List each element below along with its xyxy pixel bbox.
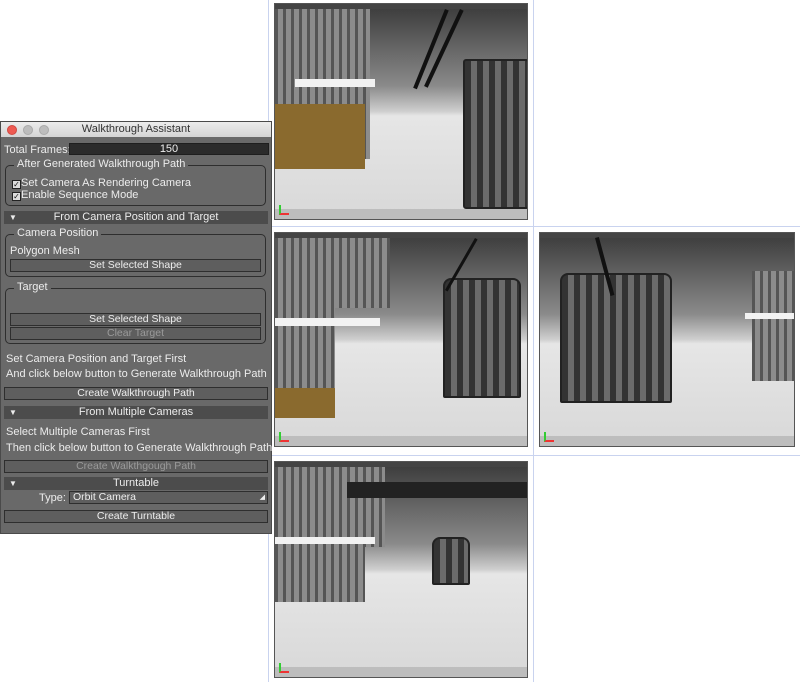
title-bar[interactable]: Walkthrough Assistant xyxy=(1,122,271,137)
section-multiple-cameras[interactable]: ▼ From Multiple Cameras xyxy=(4,406,268,419)
grid-line xyxy=(268,226,800,227)
close-button[interactable] xyxy=(7,125,17,135)
group-title: Target xyxy=(14,281,51,293)
camera-set-selected-shape-button[interactable]: Set Selected Shape xyxy=(10,259,261,272)
grid-line xyxy=(533,0,534,682)
set-camera-rendering-checkbox[interactable]: ✓Set Camera As Rendering Camera xyxy=(12,177,191,189)
clear-target-button[interactable]: Clear Target xyxy=(10,327,261,340)
camera-position-value: Polygon Mesh xyxy=(10,245,80,257)
type-select[interactable]: Orbit Camera ◢ xyxy=(69,491,268,504)
window-title: Walkthrough Assistant xyxy=(81,123,191,135)
group-title: After Generated Walkthrough Path xyxy=(14,158,189,170)
instruction-text: Then click below button to Generate Walk… xyxy=(6,442,273,454)
create-turntable-button[interactable]: Create Turntable xyxy=(4,510,268,523)
instruction-text: Select Multiple Cameras First xyxy=(6,426,150,438)
instruction-text: Set Camera Position and Target First xyxy=(6,353,187,365)
section-camera-position-target[interactable]: ▼ From Camera Position and Target xyxy=(4,211,268,224)
walkthrough-assistant-window: Walkthrough Assistant Total Frames: 150 … xyxy=(0,121,272,534)
checkbox-icon[interactable]: ✓ xyxy=(12,192,21,201)
target-group: Target Set Selected Shape Clear Target xyxy=(5,281,266,344)
triangle-down-icon[interactable]: ▼ xyxy=(9,477,17,490)
create-walkthrough-path-multi-button[interactable]: Create Walkthgough Path xyxy=(4,460,268,473)
camera-position-group: Camera Position Polygon Mesh Set Selecte… xyxy=(5,227,266,277)
instruction-text: And click below button to Generate Walkt… xyxy=(6,368,267,380)
type-label: Type: xyxy=(39,492,66,504)
checkbox-icon[interactable]: ✓ xyxy=(12,180,21,189)
zoom-button[interactable] xyxy=(39,125,49,135)
viewport-render-1[interactable] xyxy=(274,3,528,220)
create-walkthrough-path-button[interactable]: Create Walkthrough Path xyxy=(4,387,268,400)
dropdown-corner-icon: ◢ xyxy=(259,494,265,501)
triangle-down-icon[interactable]: ▼ xyxy=(9,406,17,419)
group-title: Camera Position xyxy=(14,227,102,239)
viewport-render-4[interactable] xyxy=(274,461,528,678)
triangle-down-icon[interactable]: ▼ xyxy=(9,211,17,224)
grid-line xyxy=(268,455,800,456)
total-frames-input[interactable]: 150 xyxy=(69,143,269,155)
minimize-button[interactable] xyxy=(23,125,33,135)
after-generated-group: After Generated Walkthrough Path ✓Set Ca… xyxy=(5,158,266,206)
viewport-render-2[interactable] xyxy=(274,232,528,447)
section-turntable[interactable]: ▼ Turntable xyxy=(4,477,268,490)
total-frames-label: Total Frames: xyxy=(4,144,71,156)
enable-sequence-mode-checkbox[interactable]: ✓Enable Sequence Mode xyxy=(12,189,138,201)
target-set-selected-shape-button[interactable]: Set Selected Shape xyxy=(10,313,261,326)
viewport-render-3[interactable] xyxy=(539,232,795,447)
